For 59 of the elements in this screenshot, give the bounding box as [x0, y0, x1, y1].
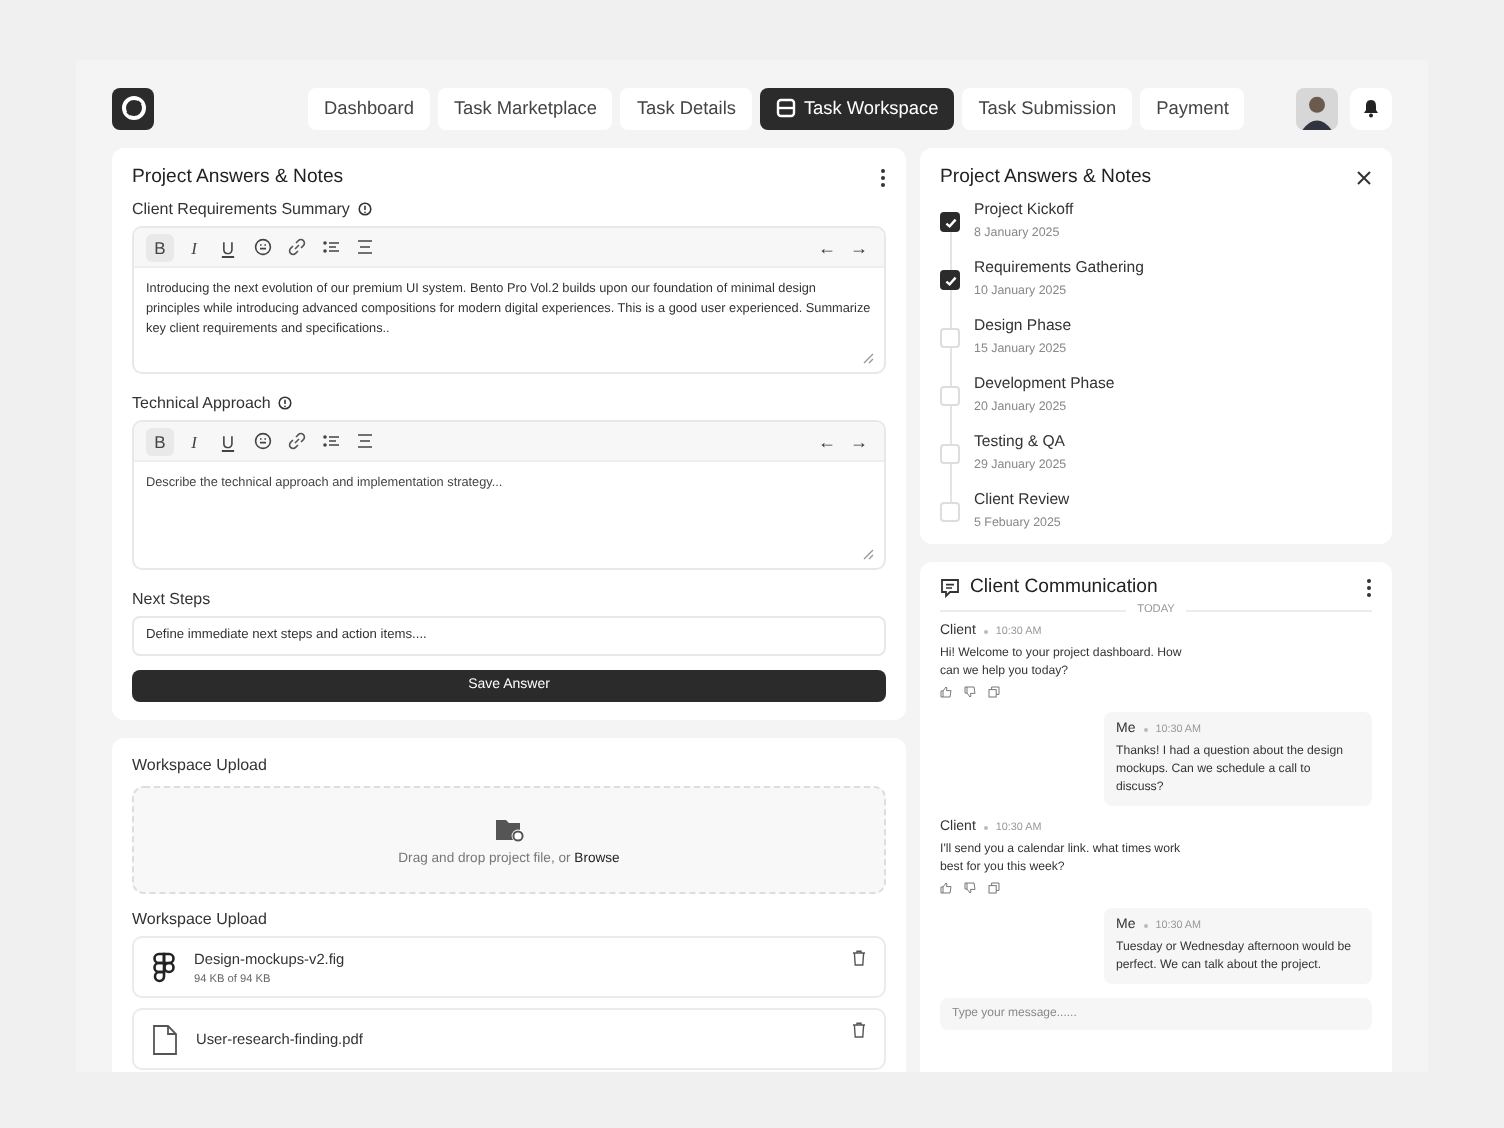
link-icon: [287, 238, 305, 256]
card-title: Project Answers & Notes: [940, 166, 1152, 188]
nav-tab[interactable]: Task Submission: [962, 87, 1133, 129]
nav-tab[interactable]: Dashboard: [308, 87, 430, 129]
list-icon: [321, 238, 339, 256]
card-title: Client Communication: [970, 576, 1158, 598]
field-label: Technical Approach: [132, 394, 271, 413]
close-icon[interactable]: [1356, 169, 1372, 185]
figma-icon: [152, 951, 176, 983]
nav-tab[interactable]: Task Marketplace: [437, 87, 613, 129]
nav-tab[interactable]: Task Workspace: [759, 87, 955, 129]
copy-icon[interactable]: [988, 882, 1000, 894]
resize-handle-icon[interactable]: [862, 352, 874, 365]
italic-button[interactable]: I: [180, 427, 208, 456]
section-title: Workspace Upload: [132, 910, 269, 928]
redo-button[interactable]: →: [846, 237, 872, 257]
notification-button[interactable]: [1350, 87, 1392, 129]
underline-button[interactable]: U: [214, 233, 242, 261]
link-icon: [287, 432, 305, 451]
thumbs-up-icon[interactable]: [940, 686, 952, 698]
thumbs-up-icon[interactable]: [940, 882, 952, 894]
checkbox[interactable]: [940, 270, 960, 290]
field-label: Client Requirements Summary: [132, 200, 350, 218]
avatar[interactable]: [1296, 87, 1338, 129]
nav-tab[interactable]: Task Details: [620, 87, 752, 129]
layout-icon: [775, 98, 796, 118]
section-title: Workspace Upload: [132, 756, 269, 774]
smiley-icon: [253, 432, 271, 451]
nav-tab[interactable]: Payment: [1140, 87, 1245, 129]
undo-button[interactable]: ←: [814, 431, 840, 452]
smiley-icon: [253, 238, 271, 256]
bold-button[interactable]: B: [146, 233, 174, 261]
align-icon: [355, 432, 373, 451]
bold-button[interactable]: B: [146, 427, 174, 456]
redo-button[interactable]: →: [846, 431, 872, 452]
checkbox[interactable]: [940, 212, 960, 232]
list-icon: [321, 432, 339, 451]
italic-button[interactable]: I: [180, 233, 208, 261]
help-icon[interactable]: [357, 202, 372, 216]
resize-handle-icon[interactable]: [862, 547, 874, 560]
undo-button[interactable]: ←: [814, 237, 840, 257]
text-editor[interactable]: [132, 226, 886, 375]
logo-icon: [112, 87, 154, 129]
align-icon: [355, 238, 373, 256]
document-icon: [152, 1023, 178, 1055]
chat-icon: [940, 577, 960, 597]
more-icon[interactable]: [1366, 577, 1372, 597]
more-icon[interactable]: [880, 167, 886, 187]
folder-icon: [493, 815, 525, 843]
card-title: Project Answers & Notes: [132, 166, 344, 188]
underline-button[interactable]: U: [214, 427, 242, 456]
help-icon[interactable]: [278, 396, 293, 411]
thumbs-down-icon[interactable]: [964, 686, 976, 698]
thumbs-down-icon[interactable]: [964, 882, 976, 894]
trash-icon[interactable]: [852, 950, 866, 966]
copy-icon[interactable]: [988, 686, 1000, 698]
field-label: Next Steps: [132, 589, 213, 608]
trash-icon[interactable]: [852, 1022, 866, 1038]
bell-icon: [1362, 98, 1380, 118]
